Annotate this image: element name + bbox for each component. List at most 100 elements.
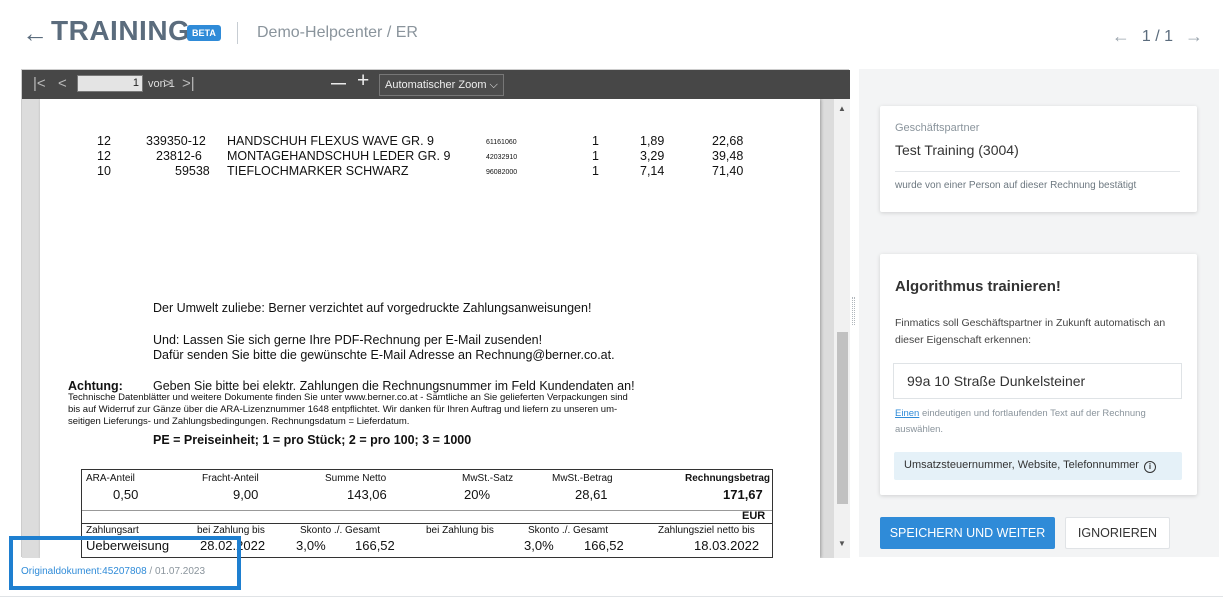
item-desc: TIEFLOCHMARKER SCHWARZ (227, 164, 409, 178)
next-page-icon[interactable]: > (163, 75, 172, 93)
doc-pe-text: PE = Preiseinheit; 1 = pro Stück; 2 = pr… (153, 433, 472, 447)
item-qty: 10 (97, 164, 111, 178)
item-article: 339350-12 (146, 134, 206, 148)
pdf-toolbar: |< < 1 von 1 > >| — + Automatischer Zoom… (22, 70, 850, 99)
totals-header: bei Zahlung bis (197, 525, 265, 536)
invoice-total: 171,67 (723, 487, 763, 502)
header: ← TRAINING BETA Demo-Helpcenter / ER ← 1… (0, 0, 1223, 68)
totals-header: Skonto ./. Gesamt (300, 525, 381, 536)
partner-value[interactable]: Test Training (3004) (895, 142, 1019, 158)
item-price: 1,89 (640, 134, 665, 148)
item-desc: MONTAGEHANDSCHUH LEDER GR. 9 (227, 149, 451, 163)
beta-badge: BETA (187, 25, 221, 41)
pager: ← 1 / 1 → (1112, 26, 1203, 47)
page-title: TRAINING (51, 15, 191, 46)
doc-dafuer-text: Dafür senden Sie bitte die gewünschte E-… (153, 348, 615, 362)
original-document-highlight: Originaldokument:45207808 / 01.07.2023 (9, 536, 241, 590)
doc-small-text: seitigen Lieferungs- und Zahlungsbedingu… (68, 416, 410, 427)
totals-header: Summe Netto (325, 473, 387, 484)
arrow-left-icon[interactable]: ← (1112, 26, 1130, 47)
header-divider (237, 22, 238, 44)
scroll-thumb[interactable] (837, 332, 848, 504)
item-article: 23812-6 (156, 149, 202, 163)
item-code: 42032910 (486, 154, 518, 161)
original-document-link[interactable]: Originaldokument:45207808 / 01.07.2023 (21, 566, 205, 577)
pager-count: 1 / 1 (1141, 27, 1173, 45)
item-price: 3,29 (640, 149, 665, 163)
totals-value: 0,50 (113, 487, 139, 502)
train-card: Algorithmus trainieren! Finmatics soll G… (880, 254, 1197, 495)
hint-text: eindeutigen und fortlaufenden Text auf d… (895, 408, 1146, 435)
due-date: 18.03.2022 (694, 538, 760, 553)
scroll-down-icon[interactable]: ▼ (838, 539, 846, 548)
prev-page-icon[interactable]: < (58, 75, 67, 93)
document-scrollbar[interactable]: ▲ ▼ (834, 99, 850, 558)
document-page: 12 339350-12 HANDSCHUH FLEXUS WAVE GR. 9… (40, 99, 820, 558)
item-unit: 1 (592, 149, 599, 163)
totals-value: 9,00 (233, 487, 259, 502)
train-text-field[interactable]: 99a 10 Straße Dunkelsteiner (893, 363, 1182, 399)
totals-header: MwSt.-Satz (462, 473, 514, 484)
item-code: 96082000 (486, 169, 518, 176)
item-qty: 12 (97, 134, 111, 148)
bottom-divider (0, 596, 1223, 597)
original-document-label: Originaldokument: (21, 566, 103, 577)
totals-header: bei Zahlung bis (426, 525, 494, 536)
document-area[interactable]: 12 339350-12 HANDSCHUH FLEXUS WAVE GR. 9… (22, 99, 834, 558)
partner-label: Geschäftspartner (895, 122, 980, 134)
doc-umwelt-text: Der Umwelt zuliebe: Berner verzichtet au… (153, 301, 592, 315)
train-description: Finmatics soll Geschäftspartner in Zukun… (895, 317, 1166, 346)
arrow-right-icon[interactable]: → (1185, 26, 1203, 47)
totals-header: Zahlungsart (86, 525, 139, 536)
totals-header: Fracht-Anteil (202, 473, 259, 484)
first-page-icon[interactable]: |< (33, 75, 46, 93)
skonto-percent: 3,0% (296, 538, 326, 553)
train-hint: Einen eindeutigen und fortlaufenden Text… (895, 406, 1185, 438)
item-desc: HANDSCHUH FLEXUS WAVE GR. 9 (227, 134, 434, 148)
item-code: 61161060 (486, 139, 517, 146)
page-number-input[interactable]: 1 (77, 75, 143, 92)
doc-small-text: Technische Datenblätter und weitere Doku… (68, 392, 628, 403)
original-document-date: / 01.07.2023 (146, 566, 206, 577)
train-heading: Algorithmus trainieren! (895, 278, 1061, 295)
item-qty: 12 (97, 149, 111, 163)
item-price: 7,14 (640, 164, 665, 178)
currency-label: EUR (742, 510, 766, 522)
attribute-chip-label: Umsatzsteuernummer, Website, Telefonnumm… (904, 459, 1139, 471)
totals-header: ARA-Anteil (86, 473, 135, 484)
partner-note: wurde von einer Person auf dieser Rechnu… (895, 180, 1137, 191)
totals-header: Zahlungsziel netto bis (658, 525, 755, 536)
zoom-select[interactable]: Automatischer Zoom ⌵ (379, 74, 504, 96)
attribute-chip[interactable]: Umsatzsteuernummer, Website, Telefonnumm… (894, 452, 1182, 480)
partner-card: Geschäftspartner Test Training (3004) wu… (880, 106, 1197, 212)
item-unit: 1 (592, 134, 599, 148)
item-total: 71,40 (712, 164, 744, 178)
arrow-left-icon[interactable]: ← (22, 18, 48, 48)
item-article: 59538 (175, 164, 210, 178)
doc-achtung-label: Achtung: (68, 379, 123, 393)
totals-value: 28,61 (575, 487, 608, 502)
skonto-total: 166,52 (355, 538, 395, 553)
zoom-in-icon[interactable]: + (357, 70, 369, 91)
scroll-up-icon[interactable]: ▲ (838, 104, 846, 113)
doc-small-text: bis auf Widerruf zur Gänze über die ARA-… (68, 404, 618, 415)
totals-header: MwSt.-Betrag (552, 473, 613, 484)
divider (895, 171, 1180, 172)
info-icon[interactable]: i (1143, 461, 1156, 473)
skonto-total: 166,52 (584, 538, 624, 553)
last-page-icon[interactable]: >| (182, 75, 195, 93)
item-total: 39,48 (712, 149, 744, 163)
item-unit: 1 (592, 164, 599, 178)
breadcrumb: Demo-Helpcenter / ER (257, 24, 418, 41)
item-total: 22,68 (712, 134, 744, 148)
totals-header: Skonto ./. Gesamt (528, 525, 609, 536)
doc-und-text: Und: Lassen Sie sich gerne Ihre PDF-Rech… (153, 333, 543, 347)
resize-handle[interactable] (852, 297, 855, 325)
original-document-id[interactable]: 45207808 (102, 566, 147, 577)
hint-link[interactable]: Einen (895, 408, 919, 419)
ignore-button[interactable]: IGNORIEREN (1065, 517, 1170, 549)
doc-achtung-text: Geben Sie bitte bei elektr. Zahlungen di… (153, 379, 635, 393)
save-continue-button[interactable]: SPEICHERN UND WEITER (880, 517, 1055, 549)
totals-value: 20% (464, 487, 491, 502)
zoom-out-icon[interactable]: — (331, 75, 346, 93)
